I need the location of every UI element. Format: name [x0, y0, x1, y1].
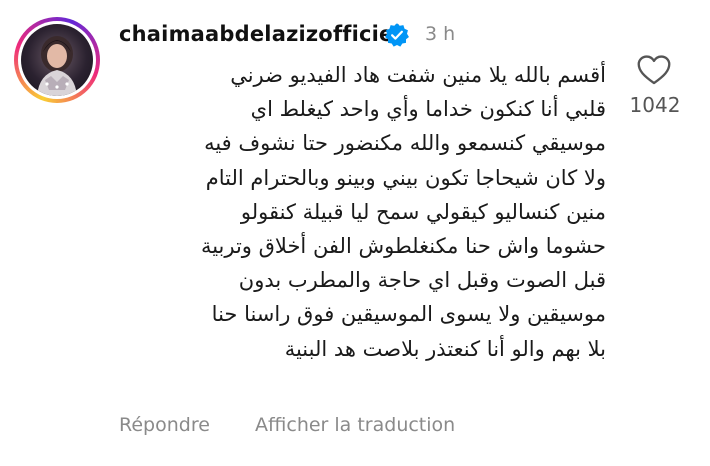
comment-text-line: ولا كان شيحاجا تكون بيني وبينو وبالحترام… [205, 165, 606, 190]
comment-item: chaimaabdelazizofficiel 3 h أقسم بالله ي… [0, 0, 710, 466]
avatar-image [37, 36, 77, 96]
comment-username[interactable]: chaimaabdelazizofficiel [119, 22, 401, 46]
comment-timestamp: 3 h [425, 23, 456, 45]
like-count: 1042 [629, 93, 681, 117]
comment-text-line: أقسم بالله يلا منين شفت هاد الفيديو ضرني [230, 63, 606, 87]
see-translation-button[interactable]: Afficher la traduction [255, 414, 455, 436]
comment-text-line: موسيقين ولا يسوى الموسيقين فوق راسنا حنا [211, 302, 606, 327]
verified-badge-icon [385, 23, 409, 47]
reply-button[interactable]: Répondre [119, 414, 210, 436]
heart-icon[interactable] [636, 54, 672, 86]
comment-text-line: بلا بهم والو أنا كنعتذر بلاصت هد البنية [284, 336, 606, 361]
comment-text-line: قبل الصوت وقبل اي حاجة والمطرب بدون [238, 268, 606, 293]
comment-text-line: حشوما واش حنا مكنغلطوش الفن أخلاق وتربية [200, 234, 606, 259]
comment-text: أقسم بالله يلا منين شفت هاد الفيديو ضرني… [126, 58, 606, 366]
comment-text-line: منين كنساليو كيقولي سمح ليا قبيلة كنقولو [240, 199, 606, 224]
comment-text-line: قلبي أنا كنكون خداما وأي واحد كيغلط اي [250, 97, 606, 122]
profile-avatar[interactable] [21, 24, 93, 96]
story-ring[interactable] [14, 17, 100, 103]
comment-text-line: موسيقي كنسمعو والله مكنضور حتا نشوف فيه [204, 131, 606, 156]
